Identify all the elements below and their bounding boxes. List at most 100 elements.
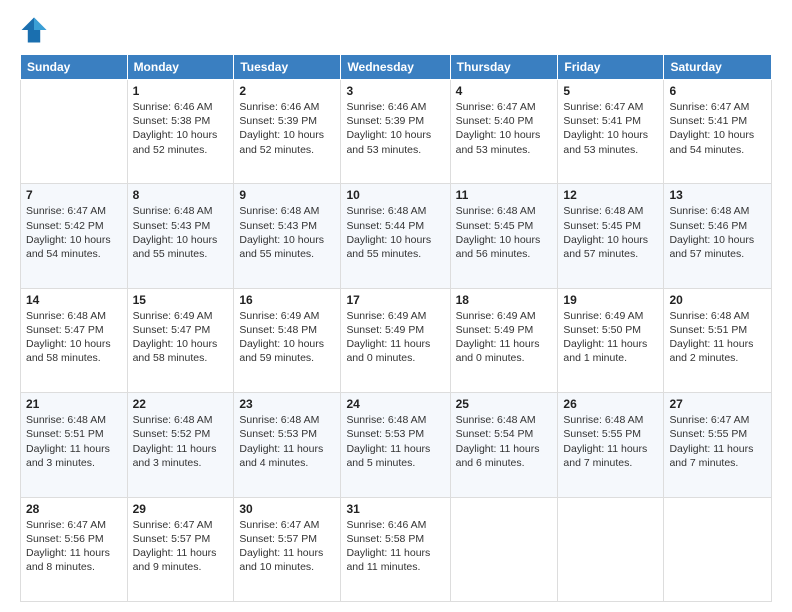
calendar-cell: 26 Sunrise: 6:48 AM Sunset: 5:55 PM Dayli… [558,393,664,497]
day-number: 10 [346,188,444,202]
calendar-cell: 7 Sunrise: 6:47 AM Sunset: 5:42 PM Daylig… [21,184,128,288]
day-number: 21 [26,397,122,411]
calendar-cell: 21 Sunrise: 6:48 AM Sunset: 5:51 PM Dayli… [21,393,128,497]
logo-icon [20,16,48,44]
calendar-cell: 14 Sunrise: 6:48 AM Sunset: 5:47 PM Dayli… [21,288,128,392]
day-number: 31 [346,502,444,516]
day-number: 5 [563,84,658,98]
calendar-cell: 22 Sunrise: 6:48 AM Sunset: 5:52 PM Dayli… [127,393,234,497]
day-info: Sunrise: 6:47 AM Sunset: 5:55 PM Dayligh… [669,413,766,470]
calendar-cell [21,80,128,184]
day-info: Sunrise: 6:49 AM Sunset: 5:49 PM Dayligh… [346,309,444,366]
day-number: 28 [26,502,122,516]
calendar-header-row: SundayMondayTuesdayWednesdayThursdayFrid… [21,55,772,80]
calendar-cell: 13 Sunrise: 6:48 AM Sunset: 5:46 PM Dayli… [664,184,772,288]
day-number: 23 [239,397,335,411]
day-number: 19 [563,293,658,307]
day-info: Sunrise: 6:47 AM Sunset: 5:56 PM Dayligh… [26,518,122,575]
calendar-cell: 15 Sunrise: 6:49 AM Sunset: 5:47 PM Dayli… [127,288,234,392]
day-number: 26 [563,397,658,411]
day-number: 3 [346,84,444,98]
day-info: Sunrise: 6:48 AM Sunset: 5:47 PM Dayligh… [26,309,122,366]
calendar-cell: 30 Sunrise: 6:47 AM Sunset: 5:57 PM Dayli… [234,497,341,601]
calendar-cell [558,497,664,601]
day-number: 12 [563,188,658,202]
calendar-cell: 5Sunrise: 6:47 AM Sunset: 5:41 PM Daylig… [558,80,664,184]
calendar-week-1: 1 Sunrise: 6:46 AM Sunset: 5:38 PM Daylig… [21,80,772,184]
day-number: 11 [456,188,553,202]
day-info: Sunrise: 6:46 AM Sunset: 5:39 PM Dayligh… [239,100,335,157]
day-info: Sunrise: 6:48 AM Sunset: 5:51 PM Dayligh… [669,309,766,366]
column-header-thursday: Thursday [450,55,558,80]
day-info: Sunrise: 6:48 AM Sunset: 5:52 PM Dayligh… [133,413,229,470]
day-info: Sunrise: 6:48 AM Sunset: 5:53 PM Dayligh… [239,413,335,470]
day-info: Sunrise: 6:49 AM Sunset: 5:48 PM Dayligh… [239,309,335,366]
calendar-cell: 2 Sunrise: 6:46 AM Sunset: 5:39 PM Daylig… [234,80,341,184]
day-number: 17 [346,293,444,307]
day-number: 14 [26,293,122,307]
calendar-cell: 25 Sunrise: 6:48 AM Sunset: 5:54 PM Dayli… [450,393,558,497]
calendar-cell: 20 Sunrise: 6:48 AM Sunset: 5:51 PM Dayli… [664,288,772,392]
calendar-cell: 17 Sunrise: 6:49 AM Sunset: 5:49 PM Dayli… [341,288,450,392]
day-info: Sunrise: 6:46 AM Sunset: 5:38 PM Dayligh… [133,100,229,157]
day-number: 25 [456,397,553,411]
calendar-week-3: 14 Sunrise: 6:48 AM Sunset: 5:47 PM Dayli… [21,288,772,392]
calendar-cell: 16 Sunrise: 6:49 AM Sunset: 5:48 PM Dayli… [234,288,341,392]
column-header-friday: Friday [558,55,664,80]
day-number: 13 [669,188,766,202]
calendar-cell: 18Sunrise: 6:49 AM Sunset: 5:49 PM Dayli… [450,288,558,392]
calendar-cell: 8 Sunrise: 6:48 AM Sunset: 5:43 PM Daylig… [127,184,234,288]
day-info: Sunrise: 6:47 AM Sunset: 5:42 PM Dayligh… [26,204,122,261]
day-number: 22 [133,397,229,411]
day-info: Sunrise: 6:49 AM Sunset: 5:47 PM Dayligh… [133,309,229,366]
day-info: Sunrise: 6:47 AM Sunset: 5:57 PM Dayligh… [239,518,335,575]
calendar-week-2: 7 Sunrise: 6:47 AM Sunset: 5:42 PM Daylig… [21,184,772,288]
calendar-week-4: 21 Sunrise: 6:48 AM Sunset: 5:51 PM Dayli… [21,393,772,497]
day-number: 1 [133,84,229,98]
day-info: Sunrise: 6:48 AM Sunset: 5:45 PM Dayligh… [456,204,553,261]
header [20,16,772,44]
day-number: 27 [669,397,766,411]
day-number: 15 [133,293,229,307]
day-number: 2 [239,84,335,98]
calendar-cell: 3 Sunrise: 6:46 AM Sunset: 5:39 PM Daylig… [341,80,450,184]
column-header-saturday: Saturday [664,55,772,80]
logo [20,16,52,44]
calendar-cell [664,497,772,601]
day-number: 8 [133,188,229,202]
calendar-week-5: 28 Sunrise: 6:47 AM Sunset: 5:56 PM Dayli… [21,497,772,601]
day-info: Sunrise: 6:47 AM Sunset: 5:41 PM Dayligh… [669,100,766,157]
day-info: Sunrise: 6:46 AM Sunset: 5:39 PM Dayligh… [346,100,444,157]
day-info: Sunrise: 6:48 AM Sunset: 5:53 PM Dayligh… [346,413,444,470]
day-number: 18 [456,293,553,307]
day-number: 30 [239,502,335,516]
column-header-tuesday: Tuesday [234,55,341,80]
calendar-cell: 11 Sunrise: 6:48 AM Sunset: 5:45 PM Dayli… [450,184,558,288]
calendar-cell: 28 Sunrise: 6:47 AM Sunset: 5:56 PM Dayli… [21,497,128,601]
day-number: 16 [239,293,335,307]
day-info: Sunrise: 6:48 AM Sunset: 5:46 PM Dayligh… [669,204,766,261]
calendar-cell: 9Sunrise: 6:48 AM Sunset: 5:43 PM Daylig… [234,184,341,288]
day-info: Sunrise: 6:48 AM Sunset: 5:43 PM Dayligh… [133,204,229,261]
day-number: 4 [456,84,553,98]
day-number: 9 [239,188,335,202]
day-number: 7 [26,188,122,202]
day-info: Sunrise: 6:48 AM Sunset: 5:51 PM Dayligh… [26,413,122,470]
calendar-cell [450,497,558,601]
day-info: Sunrise: 6:48 AM Sunset: 5:54 PM Dayligh… [456,413,553,470]
calendar-cell: 6Sunrise: 6:47 AM Sunset: 5:41 PM Daylig… [664,80,772,184]
day-info: Sunrise: 6:46 AM Sunset: 5:58 PM Dayligh… [346,518,444,575]
calendar-cell: 1 Sunrise: 6:46 AM Sunset: 5:38 PM Daylig… [127,80,234,184]
day-number: 24 [346,397,444,411]
calendar-cell: 24 Sunrise: 6:48 AM Sunset: 5:53 PM Dayli… [341,393,450,497]
calendar-cell: 10Sunrise: 6:48 AM Sunset: 5:44 PM Dayli… [341,184,450,288]
calendar-cell: 4Sunrise: 6:47 AM Sunset: 5:40 PM Daylig… [450,80,558,184]
day-info: Sunrise: 6:48 AM Sunset: 5:45 PM Dayligh… [563,204,658,261]
column-header-wednesday: Wednesday [341,55,450,80]
day-info: Sunrise: 6:49 AM Sunset: 5:50 PM Dayligh… [563,309,658,366]
column-header-monday: Monday [127,55,234,80]
day-info: Sunrise: 6:48 AM Sunset: 5:55 PM Dayligh… [563,413,658,470]
day-number: 20 [669,293,766,307]
day-info: Sunrise: 6:47 AM Sunset: 5:57 PM Dayligh… [133,518,229,575]
calendar-cell: 12 Sunrise: 6:48 AM Sunset: 5:45 PM Dayli… [558,184,664,288]
